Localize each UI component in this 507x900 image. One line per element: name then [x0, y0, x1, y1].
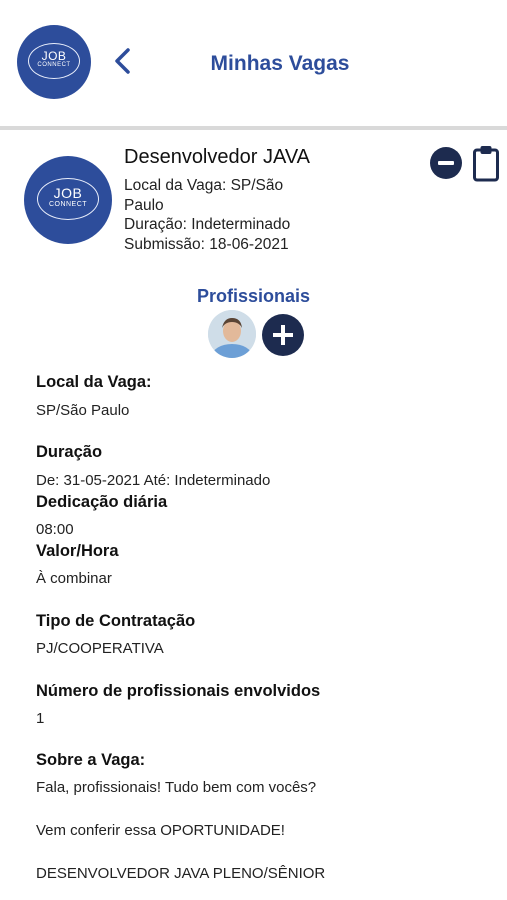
dedicacao-label: Dedicação diária	[36, 493, 168, 511]
profissionais-title: Profissionais	[196, 286, 311, 306]
job-title: Desenvolvedor JAVA	[124, 146, 311, 168]
sobre-vaga-line3: DESENVOLVEDOR JAVA PLENO/SÊNIOR	[36, 865, 326, 882]
job-connect-logo[interactable]: JOB CONNECT	[17, 25, 91, 99]
sobre-vaga-line1: Fala, profissionais! Tudo bem com vocês?	[36, 779, 317, 796]
numero-profissionais-label: Número de profissionais envolvidos	[36, 682, 321, 700]
job-local-line2: Paulo	[124, 196, 164, 214]
logo-text-connect: CONNECT	[37, 62, 71, 68]
add-professional-button[interactable]	[262, 314, 304, 356]
logo-text-connect: CONNECT	[48, 201, 88, 208]
duracao-value: De: 31-05-2021 Até: Indeterminado	[36, 472, 271, 489]
clipboard-button[interactable]	[472, 144, 500, 182]
job-local-line1: Local da Vaga: SP/São	[124, 177, 284, 194]
sobre-vaga-label: Sobre a Vaga:	[36, 751, 146, 769]
remove-job-button[interactable]	[430, 147, 462, 179]
job-company-logo: JOB CONNECT	[24, 156, 112, 244]
numero-profissionais-value: 1	[36, 710, 45, 727]
clipboard-icon	[473, 146, 499, 182]
app-header: JOB CONNECT Minhas Vagas	[0, 0, 507, 126]
page-title: Minhas Vagas	[210, 52, 350, 75]
logo-text-job: JOB	[53, 185, 83, 201]
tipo-contratacao-value: PJ/COOPERATIVA	[36, 640, 164, 657]
valor-label: Valor/Hora	[36, 542, 119, 560]
job-duracao: Duração: Indeterminado	[124, 216, 291, 233]
tipo-contratacao-label: Tipo de Contratação	[36, 612, 196, 630]
professional-avatar[interactable]	[208, 310, 256, 358]
header-divider	[0, 126, 507, 130]
job-submissao: Submissão: 18-06-2021	[124, 235, 289, 253]
sobre-vaga-line2: Vem conferir essa OPORTUNIDADE!	[36, 822, 285, 839]
dedicacao-value: 08:00	[36, 521, 74, 538]
person-photo	[208, 310, 256, 358]
local-label: Local da Vaga:	[36, 373, 152, 391]
logo-text-job: JOB	[41, 49, 67, 63]
back-button[interactable]	[110, 46, 136, 76]
back-chevron-icon	[115, 48, 130, 74]
valor-value: À combinar	[36, 570, 112, 587]
job-summary: Local da Vaga: SP/São Paulo Duração: Ind…	[124, 176, 344, 254]
duracao-label: Duração	[36, 443, 103, 461]
local-value: SP/São Paulo	[36, 402, 130, 419]
